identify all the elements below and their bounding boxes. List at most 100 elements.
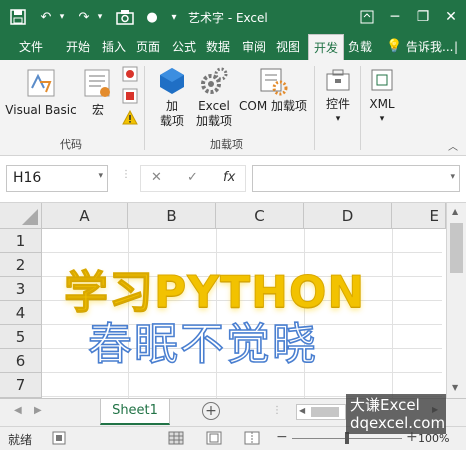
excel-addins-label-line1: Excel — [198, 99, 230, 113]
row-header-1[interactable]: 1 — [0, 229, 42, 253]
tab-data[interactable]: 数据 — [204, 34, 232, 60]
add-sheet-icon[interactable]: + — [202, 402, 220, 420]
restore-icon[interactable]: ❐ — [412, 6, 434, 28]
tab-file[interactable]: 文件 — [0, 34, 62, 60]
scroll-down-icon[interactable]: ▼ — [452, 383, 458, 392]
select-all-corner[interactable] — [0, 203, 42, 229]
tab-insert[interactable]: 插入 — [100, 34, 128, 60]
camera-icon[interactable] — [114, 7, 136, 27]
grid-line — [392, 229, 393, 398]
minimize-icon[interactable]: ─ — [384, 6, 406, 28]
cancel-icon[interactable]: ✕ — [151, 170, 162, 185]
xml-button[interactable]: XML ▾ — [364, 66, 400, 127]
row-header-7[interactable]: 7 — [0, 373, 42, 398]
xml-icon — [368, 66, 396, 97]
controls-button[interactable]: 控件 ▾ — [320, 66, 356, 127]
title-bar: ↶ ▾ ↷ ▾ ● ▾ 艺术字 - Excel ─ ❐ ✕ — [0, 0, 466, 34]
tab-home[interactable]: 开始 — [64, 34, 92, 60]
row-header-4[interactable]: 4 — [0, 301, 42, 325]
formula-buttons: ✕ ✓ fx — [140, 165, 246, 192]
column-header-c[interactable]: C — [216, 203, 304, 229]
name-box[interactable]: H16 ▾ — [6, 165, 108, 192]
save-icon[interactable] — [8, 7, 28, 27]
expand-formula-icon[interactable]: ▾ — [450, 172, 455, 182]
redo-dropdown-icon[interactable]: ▾ — [94, 7, 106, 27]
group-separator — [360, 66, 361, 150]
undo-dropdown-icon[interactable]: ▾ — [56, 7, 68, 27]
tab-formulas[interactable]: 公式 — [170, 34, 198, 60]
fx-icon[interactable]: fx — [223, 170, 235, 185]
tab-page-layout[interactable]: 页面 — [134, 34, 166, 60]
name-box-value: H16 — [13, 170, 42, 186]
group-addins-label: 加载项 — [210, 138, 243, 151]
visual-basic-button[interactable]: Visual Basic — [5, 66, 77, 118]
redo-icon[interactable]: ↷ — [74, 7, 94, 27]
wordart-spring-poem[interactable]: 春眠不觉晓 — [87, 308, 318, 372]
row-header-3[interactable]: 3 — [0, 277, 42, 301]
xml-dropdown-icon: ▾ — [379, 114, 385, 124]
group-separator — [314, 66, 315, 150]
macro-security-icon[interactable] — [122, 109, 138, 129]
relative-reference-icon[interactable] — [122, 88, 138, 107]
row-header-6[interactable]: 6 — [0, 349, 42, 373]
scroll-up-icon[interactable]: ▲ — [452, 207, 458, 216]
customize-qat-icon[interactable]: ▾ — [168, 7, 180, 27]
enter-icon[interactable]: ✓ — [187, 170, 198, 185]
addins-button[interactable]: 加 载项 — [154, 66, 190, 129]
scroll-thumb[interactable] — [450, 223, 463, 273]
macro-button[interactable]: 宏 — [80, 66, 116, 118]
undo-icon[interactable]: ↶ — [36, 7, 56, 27]
column-header-b[interactable]: B — [128, 203, 216, 229]
next-sheet-icon[interactable]: ▶ — [34, 405, 42, 416]
column-header-a[interactable]: A — [42, 203, 128, 229]
tab-developer[interactable]: 开发 — [308, 34, 344, 60]
formula-bar: H16 ▾ ⋮ ✕ ✓ fx ▾ — [0, 157, 466, 203]
com-addins-label: COM 加载项 — [239, 99, 307, 113]
xml-label: XML — [369, 97, 395, 111]
row-header-5[interactable]: 5 — [0, 325, 42, 349]
tab-load[interactable]: 负载 — [346, 34, 374, 60]
ribbon-tabs: 文件 开始 插入 页面 公式 数据 审阅 视图 开发 负载 💡 告诉我... | — [0, 34, 466, 60]
horizontal-scrollbar[interactable]: ◀ — [296, 404, 346, 420]
scroll-thumb[interactable] — [311, 407, 339, 417]
controls-dropdown-icon: ▾ — [335, 114, 341, 124]
record-macro-icon[interactable] — [122, 66, 138, 85]
com-addins-icon — [258, 66, 288, 99]
prev-sheet-icon[interactable]: ◀ — [14, 405, 22, 416]
ribbon-collapse-icon[interactable]: | — [454, 34, 466, 60]
tell-me-search[interactable]: 告诉我... — [404, 34, 454, 60]
visual-basic-label: Visual Basic — [5, 103, 77, 117]
row-header-2[interactable]: 2 — [0, 253, 42, 277]
page-break-view-icon[interactable] — [244, 431, 260, 448]
excel-addins-button[interactable]: Excel 加载项 — [192, 66, 236, 129]
formula-input[interactable]: ▾ — [252, 165, 460, 192]
addins-label-line1: 加 — [165, 99, 178, 113]
close-icon[interactable]: ✕ — [440, 6, 462, 28]
window-title: 艺术字 - Excel — [188, 11, 268, 25]
grid-line — [42, 252, 442, 253]
com-addins-button[interactable]: COM 加载项 — [236, 66, 310, 114]
excel-addins-label-line2: 加载项 — [195, 114, 232, 128]
zoom-out-icon[interactable]: − — [276, 429, 288, 445]
collapse-ribbon-icon[interactable]: ︿ — [448, 138, 458, 153]
macro-record-status-icon[interactable] — [52, 431, 66, 448]
tab-review[interactable]: 审阅 — [240, 34, 268, 60]
chevron-down-icon[interactable]: ▾ — [98, 171, 103, 181]
addins-icon — [157, 66, 187, 99]
tab-view[interactable]: 视图 — [274, 34, 302, 60]
vertical-scrollbar[interactable]: ▲ ▼ — [446, 203, 466, 398]
page-layout-view-icon[interactable] — [206, 431, 222, 448]
more-icon: ⋮ — [121, 169, 131, 180]
gear-icon — [199, 66, 229, 99]
scroll-left-icon[interactable]: ◀ — [299, 406, 305, 415]
group-code-label: 代码 — [60, 138, 82, 151]
column-header-d[interactable]: D — [304, 203, 392, 229]
macro-label: 宏 — [91, 103, 104, 117]
lightbulb-icon: 💡 — [386, 39, 403, 54]
column-header-e[interactable]: E — [392, 203, 446, 229]
macro-icon — [83, 66, 113, 103]
grid-line — [42, 372, 442, 373]
sheet-tab-sheet1[interactable]: Sheet1 — [100, 399, 170, 425]
normal-view-icon[interactable] — [168, 431, 184, 448]
ribbon-display-icon[interactable] — [356, 6, 378, 28]
